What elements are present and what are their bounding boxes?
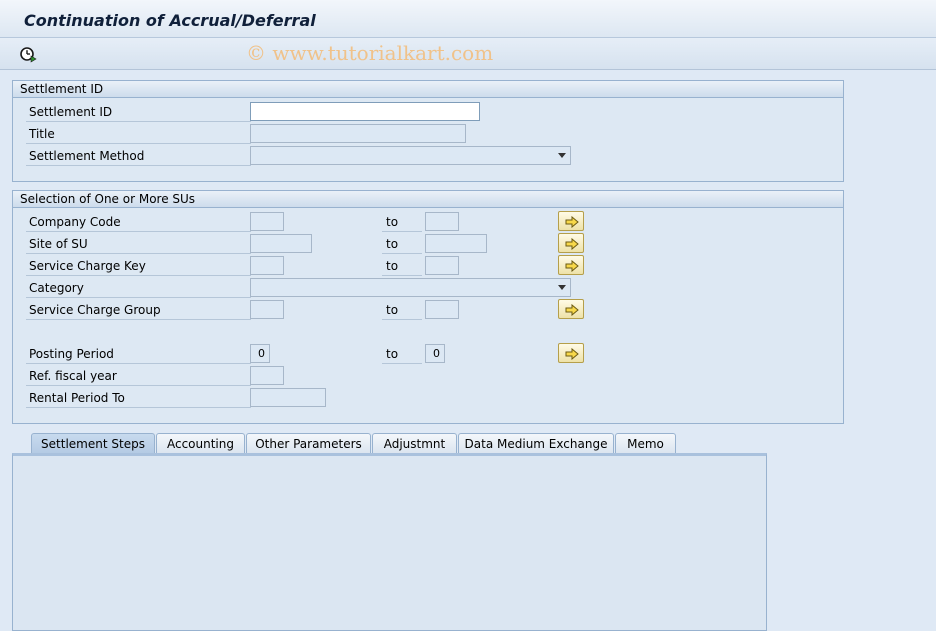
tab-memo[interactable]: Memo [615,433,676,454]
chevron-down-icon [558,285,566,290]
settlement-id-group: Settlement ID Settlement ID Title Settle… [12,80,844,182]
site-of-su-to-label: to [382,235,422,254]
multiple-selection-arrow-icon [565,216,579,228]
posting-period-label: Posting Period [26,345,251,364]
tab-strip: Settlement Steps Accounting Other Parame… [12,433,772,455]
settlement-method-dropdown[interactable] [250,146,571,165]
settlement-method-label: Settlement Method [26,147,251,166]
tab-accounting[interactable]: Accounting [156,433,245,454]
ref-fiscal-year-label: Ref. fiscal year [26,367,251,386]
chevron-down-icon [558,153,566,158]
multiple-selection-arrow-icon [565,238,579,250]
rental-period-to-label: Rental Period To [26,389,251,408]
service-charge-group-label: Service Charge Group [26,301,251,320]
posting-period-to-label: to [382,345,422,364]
page-title: Continuation of Accrual/Deferral [24,11,316,30]
service-charge-key-to-label: to [382,257,422,276]
company-code-from-input[interactable] [250,212,284,231]
ref-fiscal-year-input[interactable] [250,366,284,385]
multiple-selection-arrow-icon [565,260,579,272]
company-code-to-input[interactable] [425,212,459,231]
site-of-su-label: Site of SU [26,235,251,254]
site-of-su-to-input[interactable] [425,234,487,253]
selection-group-title: Selection of One or More SUs [13,191,843,208]
service-charge-group-to-input[interactable] [425,300,459,319]
settlement-id-input[interactable] [250,102,480,121]
tab-adjustmnt[interactable]: Adjustmnt [372,433,457,454]
tab-other-parameters[interactable]: Other Parameters [246,433,371,454]
service-charge-key-to-input[interactable] [425,256,459,275]
site-of-su-multiple-selection-button[interactable] [558,233,584,253]
settlement-id-group-title: Settlement ID [13,81,843,98]
tab-settlement-steps[interactable]: Settlement Steps [31,433,155,455]
application-toolbar: © www.tutorialkart.com [0,38,936,70]
company-code-label: Company Code [26,213,251,232]
service-charge-group-from-input[interactable] [250,300,284,319]
posting-period-multiple-selection-button[interactable] [558,343,584,363]
settlement-id-label: Settlement ID [26,103,251,122]
posting-period-from-input[interactable]: 0 [250,344,270,363]
company-code-to-label: to [382,213,422,232]
posting-period-to-input[interactable]: 0 [425,344,445,363]
execute-clock-icon [20,47,37,63]
watermark-text: © www.tutorialkart.com [246,41,494,65]
multiple-selection-arrow-icon [565,348,579,360]
category-dropdown[interactable] [250,278,571,297]
service-charge-group-to-label: to [382,301,422,320]
service-charge-key-from-input[interactable] [250,256,284,275]
service-charge-key-multiple-selection-button[interactable] [558,255,584,275]
service-charge-key-label: Service Charge Key [26,257,251,276]
title-bar: Continuation of Accrual/Deferral [0,0,936,38]
tab-content-panel [12,453,767,631]
site-of-su-from-input[interactable] [250,234,312,253]
rental-period-to-input[interactable] [250,388,326,407]
service-charge-group-multiple-selection-button[interactable] [558,299,584,319]
company-code-multiple-selection-button[interactable] [558,211,584,231]
selection-group: Selection of One or More SUs Company Cod… [12,190,844,424]
tab-data-medium-exchange[interactable]: Data Medium Exchange [458,433,614,454]
title-field [250,124,466,143]
execute-button[interactable] [19,45,37,63]
multiple-selection-arrow-icon [565,304,579,316]
title-label: Title [26,125,251,144]
category-label: Category [26,279,251,298]
